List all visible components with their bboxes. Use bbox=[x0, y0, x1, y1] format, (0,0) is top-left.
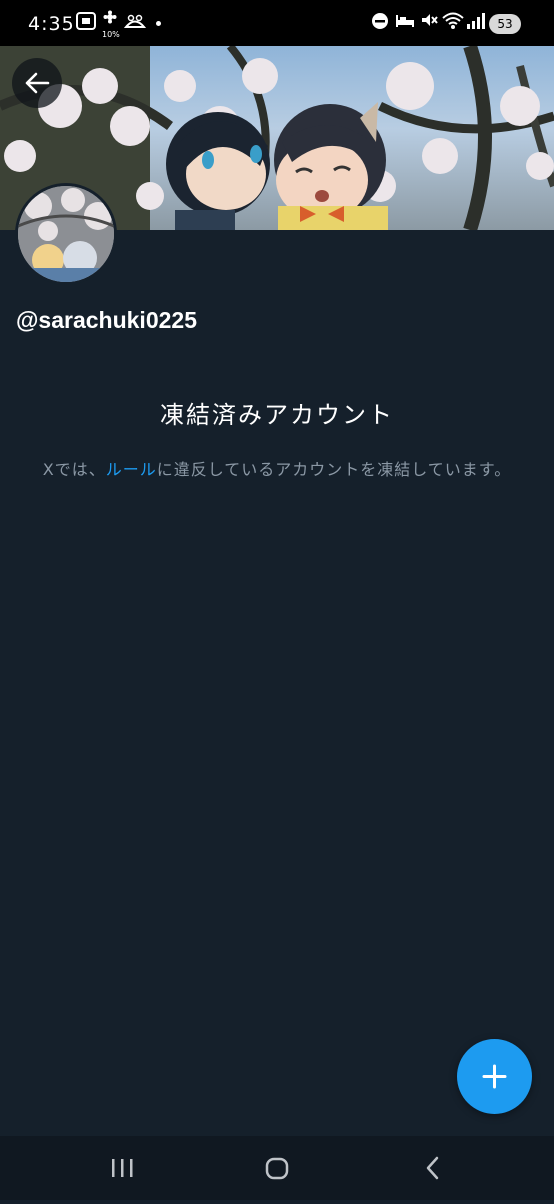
battery-indicator: 53 bbox=[489, 14, 521, 34]
rules-link[interactable]: ルール bbox=[106, 460, 157, 479]
suspended-description: Xでは、ルールに違反しているアカウントを凍結しています。 bbox=[40, 455, 514, 484]
arrow-left-icon bbox=[25, 72, 50, 94]
suspended-desc-prefix: Xでは、 bbox=[42, 460, 106, 479]
sleep-mode-icon bbox=[396, 15, 414, 27]
suspended-desc-suffix: に違反しているアカウントを凍結しています。 bbox=[156, 460, 512, 479]
chevron-left-icon bbox=[426, 1156, 439, 1180]
mute-icon bbox=[422, 14, 438, 26]
flower-icon bbox=[103, 10, 117, 24]
notification-dot bbox=[156, 21, 161, 26]
wifi-icon bbox=[442, 12, 464, 29]
recents-button[interactable] bbox=[82, 1136, 162, 1200]
recents-icon bbox=[112, 1159, 133, 1177]
compose-button[interactable] bbox=[457, 1039, 532, 1114]
profile-handle: @sarachuki0225 bbox=[16, 307, 197, 333]
suspended-title: 凍結済みアカウント bbox=[160, 401, 394, 429]
home-button[interactable] bbox=[237, 1136, 317, 1200]
screenshot-icon bbox=[76, 12, 96, 30]
home-icon bbox=[265, 1157, 289, 1180]
system-nav-bar bbox=[0, 1136, 554, 1200]
do-not-disturb-icon bbox=[372, 13, 388, 29]
profile-avatar[interactable] bbox=[15, 183, 117, 285]
status-bar: 4:35 10% 53 bbox=[0, 0, 554, 46]
signal-icon bbox=[467, 13, 485, 29]
back-button[interactable] bbox=[12, 58, 62, 108]
status-time: 4:35 bbox=[28, 13, 75, 35]
avatar-image bbox=[18, 186, 114, 282]
status-percent-label: 10% bbox=[102, 30, 120, 39]
nav-back-button[interactable] bbox=[392, 1136, 472, 1200]
plus-icon bbox=[482, 1064, 507, 1089]
frog-icon bbox=[124, 14, 146, 28]
